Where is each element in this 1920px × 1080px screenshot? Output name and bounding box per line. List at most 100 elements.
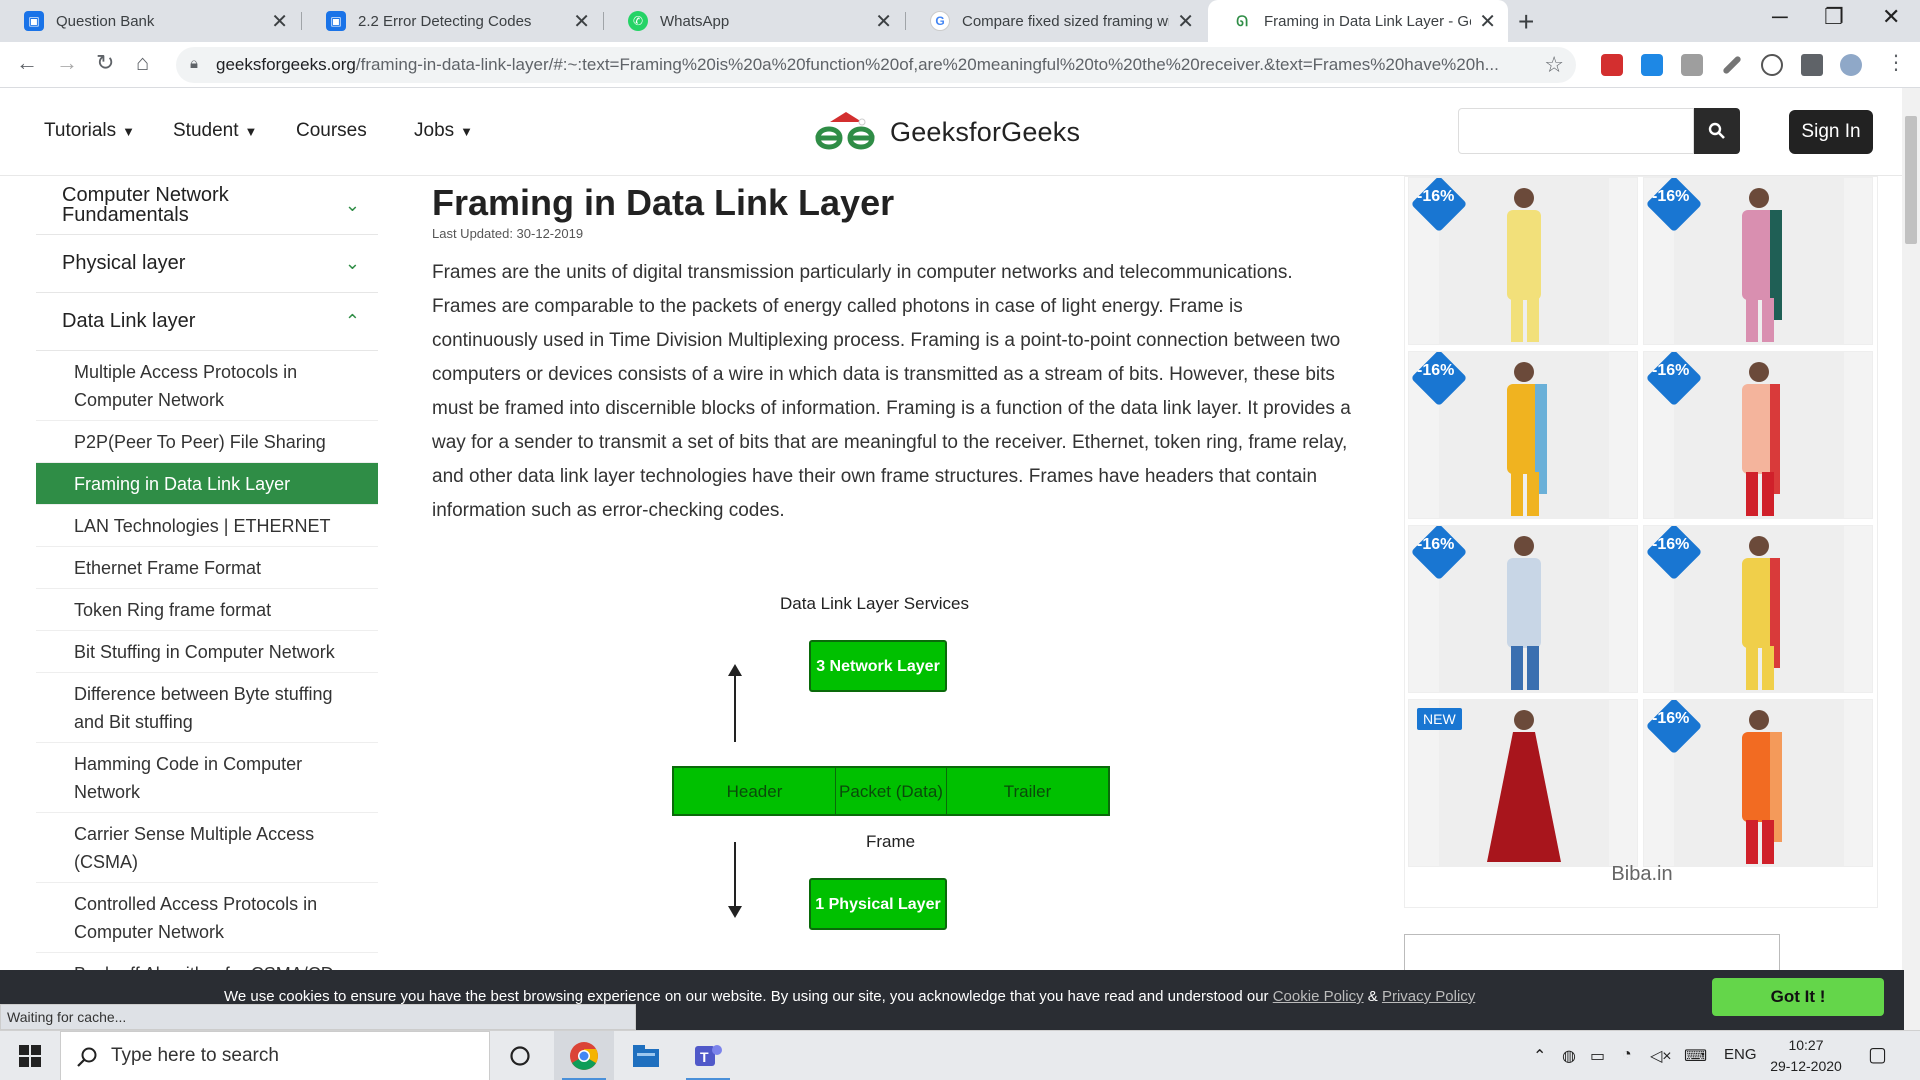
ad-product-card[interactable]: -16%	[1643, 699, 1873, 867]
profile-avatar[interactable]	[1840, 54, 1862, 76]
sidebar-item[interactable]: Back-off Algorithm for CSMA/CD	[36, 953, 378, 971]
sidebar-section-physical[interactable]: Physical layer ⌄	[36, 235, 378, 293]
bookmark-star-icon[interactable]: ☆	[1544, 52, 1564, 78]
nav-jobs[interactable]: Jobs ▼	[414, 120, 473, 142]
window-close-icon[interactable]: ✕	[1882, 4, 1900, 30]
sidebar-item[interactable]: Carrier Sense Multiple Access (CSMA)	[36, 813, 378, 883]
chevron-down-icon: ▼	[244, 123, 258, 139]
browser-tab-active[interactable]: ᘏ Framing in Data Link Layer - Gee ✕	[1208, 0, 1508, 42]
frame-structure: Header Packet (Data) Trailer	[672, 766, 1110, 816]
minimize-icon[interactable]: ─	[1772, 4, 1788, 30]
forward-icon[interactable]: →	[56, 50, 78, 76]
svg-text:T: T	[700, 1049, 709, 1065]
ad-product-card[interactable]: -16%	[1408, 177, 1638, 345]
extensions-puzzle-icon[interactable]	[1801, 54, 1823, 76]
home-icon[interactable]: ⌂	[136, 50, 149, 76]
ad-product-card[interactable]: NEW	[1408, 699, 1638, 867]
sidebar-item[interactable]: LAN Technologies | ETHERNET	[36, 505, 378, 547]
browser-tab[interactable]: ✆ WhatsApp ✕	[604, 0, 904, 42]
close-icon[interactable]: ✕	[271, 9, 288, 34]
ad-placeholder	[1404, 934, 1780, 974]
close-icon[interactable]: ✕	[1479, 9, 1496, 34]
ampersand: &	[1367, 988, 1378, 1005]
ad-brand-label[interactable]: Biba.in	[1405, 863, 1879, 886]
tray-battery-icon[interactable]: ▭	[1590, 1046, 1605, 1066]
sidebar-item[interactable]: Token Ring frame format	[36, 589, 378, 631]
cookie-accept-label: Got It !	[1770, 987, 1826, 1006]
cookie-policy-link[interactable]: Cookie Policy	[1273, 988, 1364, 1005]
tray-keyboard-icon[interactable]: ⌨	[1684, 1046, 1707, 1066]
classroom-icon: ▣	[24, 11, 44, 31]
page-scrollbar[interactable]	[1902, 88, 1920, 1030]
browser-tab[interactable]: G Compare fixed sized framing with ✕	[906, 0, 1206, 42]
sidebar-item[interactable]: Hamming Code in Computer Network	[36, 743, 378, 813]
article-paragraph: Frames are the units of digital transmis…	[432, 262, 1351, 521]
ad-product-card[interactable]: -16%	[1408, 351, 1638, 519]
ad-panel[interactable]: -16% -16% -16% -16% -16% -16% NEW -16% B…	[1404, 176, 1878, 908]
ad-product-card[interactable]: -16%	[1408, 525, 1638, 693]
task-view-icon[interactable]	[505, 1041, 535, 1071]
back-icon[interactable]: ←	[16, 50, 38, 76]
ad-product-card[interactable]: -16%	[1643, 177, 1873, 345]
nav-student[interactable]: Student ▼	[173, 120, 257, 142]
menu-kebab-icon[interactable]: ⋮	[1886, 50, 1906, 75]
tray-wifi-icon[interactable]: ◔	[1622, 1046, 1632, 1064]
cortana-circle-icon	[510, 1046, 530, 1066]
taskbar-file-explorer[interactable]	[616, 1031, 676, 1080]
site-logo[interactable]: GeeksforGeeks	[810, 108, 1080, 156]
new-tab-icon[interactable]: +	[1518, 6, 1534, 38]
url-host: geeksforgeeks.org	[216, 55, 356, 74]
browser-tab[interactable]: ▣ 2.2 Error Detecting Codes ✕	[302, 0, 602, 42]
close-icon[interactable]: ✕	[573, 9, 590, 34]
tray-language[interactable]: ENG	[1724, 1046, 1757, 1063]
taskbar-search-input[interactable]: Type here to search	[60, 1031, 490, 1080]
eyedropper-extension-icon[interactable]	[1722, 55, 1742, 75]
sidebar-section-fundamentals[interactable]: Computer Network Fundamentals ⌄	[36, 176, 378, 235]
nav-label: Student	[173, 120, 239, 141]
privacy-policy-link[interactable]: Privacy Policy	[1382, 988, 1475, 1005]
sidebar-item[interactable]: Ethernet Frame Format	[36, 547, 378, 589]
sidebar-item[interactable]: P2P(Peer To Peer) File Sharing	[36, 421, 378, 463]
search-input[interactable]	[1458, 108, 1694, 154]
sidebar-item-active[interactable]: Framing in Data Link Layer	[36, 463, 378, 505]
ad-product-card[interactable]: -16%	[1643, 351, 1873, 519]
cookie-accept-button[interactable]: Got It !	[1712, 978, 1884, 1016]
sidebar-item[interactable]: Controlled Access Protocols in Computer …	[36, 883, 378, 953]
taskbar-clock[interactable]: 10:27 29-12-2020	[1756, 1035, 1856, 1077]
scroll-thumb[interactable]	[1905, 116, 1917, 244]
camera-extension-icon[interactable]	[1681, 54, 1703, 76]
browser-tab[interactable]: ▣ Question Bank ✕	[0, 0, 300, 42]
nav-courses[interactable]: Courses	[296, 120, 367, 142]
outfit-figure	[1507, 536, 1541, 690]
clock-time: 10:27	[1788, 1037, 1824, 1053]
reload-icon[interactable]: ↻	[96, 50, 114, 76]
browser-tab-strip: ▣ Question Bank ✕ ▣ 2.2 Error Detecting …	[0, 0, 1920, 42]
pdf-extension-icon[interactable]	[1601, 54, 1623, 76]
windows-start-icon[interactable]	[15, 1041, 45, 1071]
maximize-icon[interactable]: ❐	[1824, 4, 1844, 30]
discount-label: -16%	[1417, 362, 1455, 379]
media-extension-icon[interactable]	[1761, 54, 1783, 76]
sidebar-section-datalink[interactable]: Data Link layer ⌃	[36, 293, 378, 351]
nav-tutorials[interactable]: Tutorials ▼	[44, 120, 135, 142]
taskbar-teams[interactable]: T	[678, 1031, 738, 1080]
frame-label: Frame	[866, 832, 916, 851]
screen-extension-icon[interactable]	[1641, 54, 1663, 76]
notification-icon[interactable]: ▢	[1868, 1042, 1887, 1067]
tray-network-icon[interactable]: ◍	[1562, 1046, 1576, 1066]
sign-in-button[interactable]: Sign In	[1789, 110, 1873, 154]
tray-chevron-icon[interactable]: ⌃	[1533, 1046, 1546, 1066]
taskbar-chrome[interactable]	[554, 1031, 614, 1080]
sidebar-item[interactable]: Difference between Byte stuffing and Bit…	[36, 673, 378, 743]
tray-volume-icon[interactable]: ◁×	[1650, 1046, 1672, 1066]
address-bar[interactable]: 🔒︎ geeksforgeeks.org/framing-in-data-lin…	[176, 47, 1576, 83]
search-button[interactable]	[1694, 108, 1740, 154]
chevron-down-icon: ⌄	[344, 195, 360, 215]
tab-title: Framing in Data Link Layer - Gee	[1264, 12, 1472, 30]
close-icon[interactable]: ✕	[875, 9, 892, 34]
ad-product-card[interactable]: -16%	[1643, 525, 1873, 693]
sidebar-item[interactable]: Multiple Access Protocols in Computer Ne…	[36, 351, 378, 421]
close-icon[interactable]: ✕	[1177, 9, 1194, 34]
network-layer-box: 3 Network Layer	[809, 640, 947, 692]
sidebar-item[interactable]: Bit Stuffing in Computer Network	[36, 631, 378, 673]
